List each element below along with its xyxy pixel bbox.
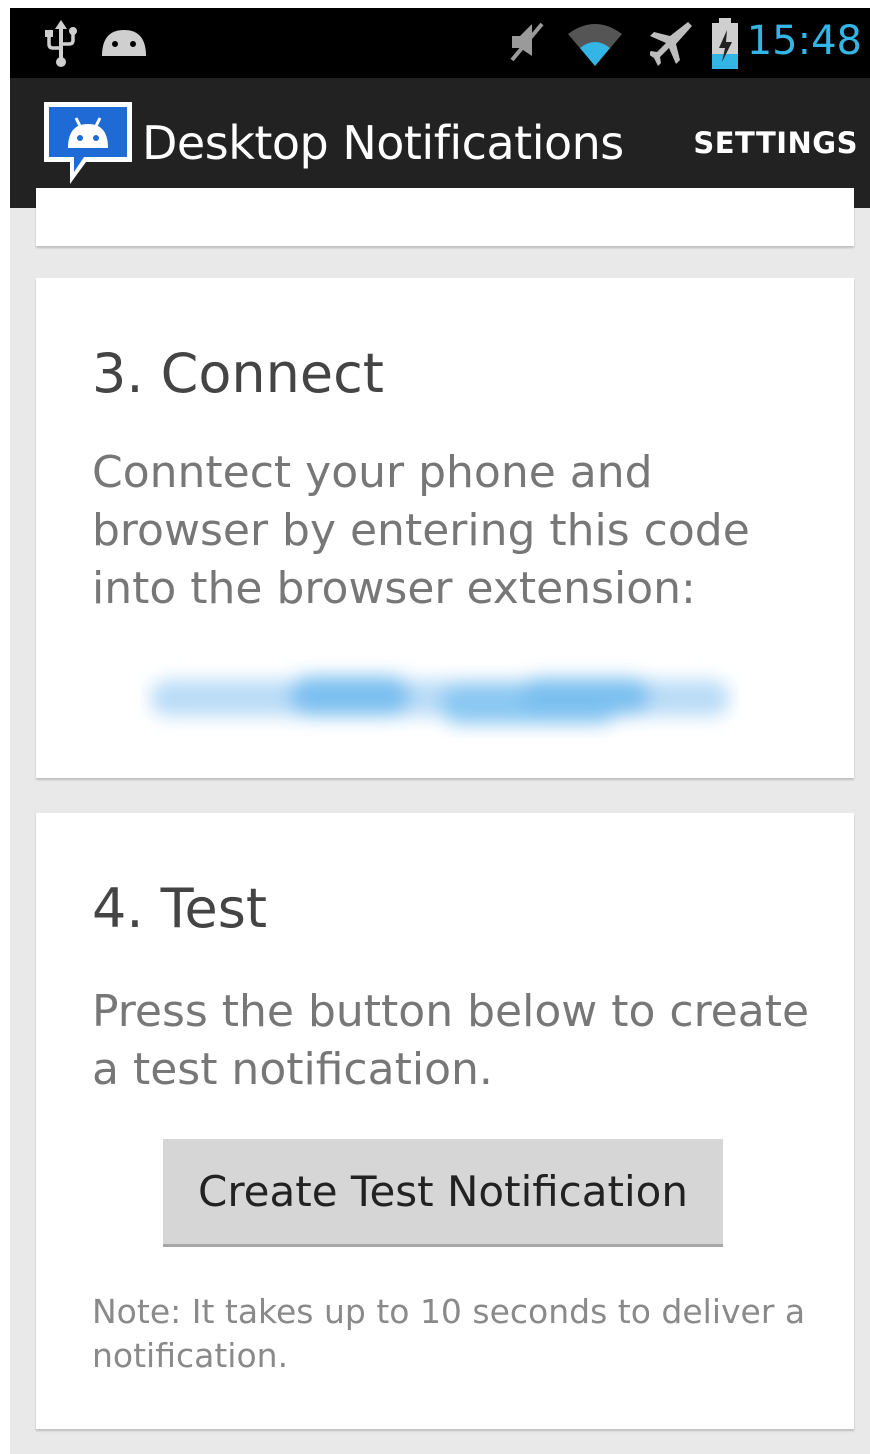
connect-description: Conntect your phone and browser by enter… bbox=[92, 447, 750, 614]
create-test-notification-button[interactable]: Create Test Notification bbox=[163, 1139, 723, 1247]
wifi-icon bbox=[568, 24, 622, 66]
usb-icon bbox=[45, 20, 77, 67]
mute-icon bbox=[510, 22, 544, 62]
clock: 15:48 bbox=[746, 18, 862, 64]
delivery-note: Note: It takes up to 10 seconds to deliv… bbox=[92, 1292, 806, 1375]
app-logo-icon bbox=[44, 102, 132, 184]
airplane-icon bbox=[650, 22, 692, 66]
battery-charging-icon bbox=[712, 18, 738, 69]
connect-heading: 3. Connect bbox=[92, 342, 384, 405]
test-heading: 4. Test bbox=[92, 877, 268, 940]
test-card: 4. Test Press the button below to create… bbox=[36, 813, 854, 1429]
app-title: Desktop Notifications bbox=[142, 116, 624, 170]
connection-code-blurred bbox=[150, 676, 730, 724]
previous-card bbox=[36, 188, 854, 246]
settings-button[interactable]: SETTINGS bbox=[693, 126, 858, 160]
status-bar: 15:48 bbox=[10, 8, 870, 78]
screen: 15:48 Desktop Notifications SETTINGS 3. … bbox=[10, 8, 870, 1454]
test-description: Press the button below to create a test … bbox=[92, 986, 810, 1095]
connect-card: 3. Connect Conntect your phone and brows… bbox=[36, 278, 854, 778]
android-debug-icon bbox=[102, 30, 146, 56]
